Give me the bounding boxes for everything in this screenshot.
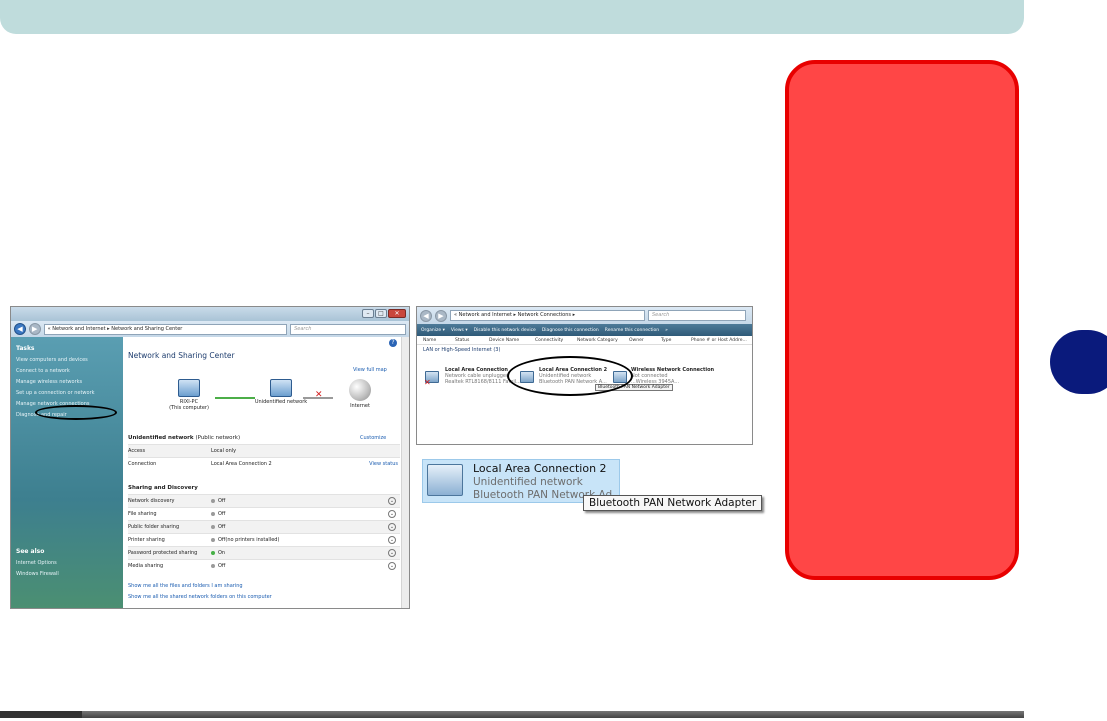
main-content: ? Network and Sharing Center View full m… [123, 337, 409, 608]
sharing-row[interactable]: Printer sharing Off(no printers installed… [128, 533, 400, 546]
address-row: ◀ ▶ « Network and Internet ▸ Network and… [11, 321, 409, 337]
col-status[interactable]: Status [449, 336, 483, 344]
diagnose-button[interactable]: Diagnose this connection [542, 328, 599, 333]
organize-button[interactable]: Organize ▾ [421, 328, 445, 333]
highlight-ellipse [507, 356, 633, 396]
internet-options-link[interactable]: Internet Options [11, 555, 123, 566]
zoom-connection-status: Unidentified network [473, 476, 583, 488]
col-device[interactable]: Device Name [483, 336, 529, 344]
computer-node: RIXI-PC (This computer) [163, 379, 215, 411]
zoom-connection-name: Local Area Connection 2 [473, 462, 607, 475]
column-headers: Name Status Device Name Connectivity Net… [417, 336, 752, 345]
connection-item[interactable]: Wireless Network Connection Not connecte… [631, 367, 714, 385]
titlebar: – □ ✕ [11, 307, 409, 321]
internet-node: Internet [338, 379, 382, 409]
sharing-row[interactable]: Media sharing Off ⌄ [128, 559, 400, 572]
col-phone[interactable]: Phone # or Host Addre... [685, 336, 751, 344]
zoom-tooltip: Bluetooth PAN Network Adapter [583, 495, 763, 511]
task-manage-wireless[interactable]: Manage wireless networks [11, 374, 123, 385]
customize-link[interactable]: Customize [360, 435, 386, 441]
task-view-computers[interactable]: View computers and devices [11, 352, 123, 363]
col-type[interactable]: Type [655, 336, 685, 344]
view-full-map-link[interactable]: View full map [353, 367, 387, 373]
expand-chevron-icon[interactable]: ⌄ [388, 536, 396, 544]
expand-chevron-icon[interactable]: ⌄ [388, 497, 396, 505]
back-arrow-icon[interactable]: ◀ [14, 323, 26, 335]
rename-button[interactable]: Rename this connection [605, 328, 659, 333]
back-arrow-icon[interactable]: ◀ [420, 309, 432, 322]
internet-label: Internet [350, 403, 370, 409]
task-connect-network[interactable]: Connect to a network [11, 363, 123, 374]
scrollbar[interactable] [401, 337, 409, 608]
access-row: Access Local only [128, 444, 400, 457]
network-node: Unidentified network [241, 379, 321, 405]
chapter-tab [1050, 330, 1107, 394]
toolbar: Organize ▾ Views ▾ Disable this network … [417, 324, 752, 336]
sharing-heading: Sharing and Discovery [128, 485, 198, 491]
forward-arrow-icon[interactable]: ▶ [28, 323, 41, 335]
forward-arrow-icon[interactable]: ▶ [435, 309, 447, 322]
disconnected-x-icon: ✕ [315, 390, 323, 400]
show-shared-folders-link[interactable]: Show me all the shared network folders o… [128, 594, 272, 600]
address-bar[interactable]: « Network and Internet ▸ Network and Sha… [43, 323, 288, 335]
expand-chevron-icon[interactable]: ⌄ [388, 510, 396, 518]
col-category[interactable]: Network Category [571, 336, 623, 344]
expand-chevron-icon[interactable]: ⌄ [388, 562, 396, 570]
sharing-row[interactable]: File sharing Off ⌄ [128, 507, 400, 520]
show-shared-files-link[interactable]: Show me all the files and folders I am s… [128, 583, 243, 589]
address-row: ◀ ▶ « Network and Internet ▸ Network Con… [417, 307, 752, 324]
disable-device-button[interactable]: Disable this network device [474, 328, 536, 333]
page-title: Network and Sharing Center [128, 351, 235, 360]
sharing-row[interactable]: Password protected sharing On ⌄ [128, 546, 400, 559]
more-button[interactable]: » [665, 328, 668, 333]
page-footer-bar [0, 711, 1024, 718]
maximize-button[interactable]: □ [375, 309, 387, 318]
expand-chevron-icon[interactable]: ⌄ [388, 523, 396, 531]
page-header-bar [0, 0, 1024, 34]
search-input[interactable]: Search [648, 310, 746, 321]
computer-icon [178, 379, 200, 397]
expand-chevron-icon[interactable]: ⌄ [388, 549, 396, 557]
network-sharing-center-window: – □ ✕ ◀ ▶ « Network and Internet ▸ Netwo… [10, 306, 410, 609]
computer-sub: (This computer) [169, 405, 209, 411]
highlight-ellipse [35, 405, 117, 420]
sharing-row[interactable]: Public folder sharing Off ⌄ [128, 520, 400, 533]
connection-row: Connection Local Area Connection 2 View st… [128, 457, 400, 470]
tasks-pane: Tasks View computers and devices Connect… [11, 337, 123, 608]
close-button[interactable]: ✕ [388, 309, 406, 318]
windows-firewall-link[interactable]: Windows Firewall [11, 566, 123, 577]
views-button[interactable]: Views ▾ [451, 328, 468, 333]
help-icon[interactable]: ? [389, 339, 397, 347]
col-owner[interactable]: Owner [623, 336, 655, 344]
search-input[interactable]: Search [290, 323, 406, 335]
unplugged-x-icon: ✕ [424, 378, 431, 387]
task-setup-connection[interactable]: Set up a connection or network [11, 385, 123, 396]
tasks-heading: Tasks [16, 345, 35, 352]
col-connectivity[interactable]: Connectivity [529, 336, 571, 344]
minimize-button[interactable]: – [362, 309, 374, 318]
network-icon [270, 379, 292, 397]
view-status-link[interactable]: View status [369, 458, 398, 470]
network-name: Unidentified network [254, 399, 308, 405]
red-callout-box [785, 60, 1019, 580]
network-adapter-icon [427, 464, 463, 496]
sharing-row[interactable]: Network discovery Off ⌄ [128, 494, 400, 507]
network-heading: Unidentified network (Public network) [128, 435, 241, 441]
see-also-heading: See also [16, 548, 45, 555]
address-bar[interactable]: « Network and Internet ▸ Network Connect… [450, 310, 645, 321]
globe-icon [349, 379, 371, 401]
group-header: LAN or High-Speed Internet (3) [423, 347, 501, 353]
col-name[interactable]: Name [417, 336, 449, 344]
